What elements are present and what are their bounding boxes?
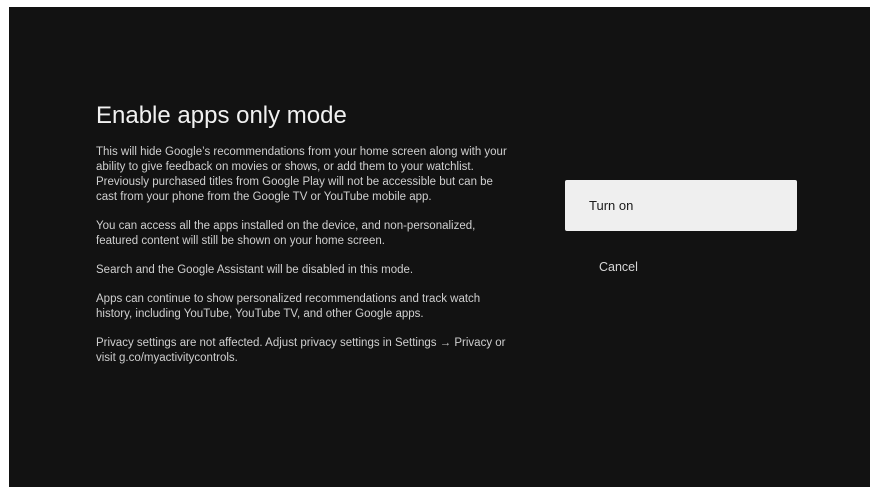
- turn-on-button-label: Turn on: [589, 198, 634, 213]
- cancel-button-label: Cancel: [599, 260, 638, 274]
- description-paragraph-privacy: Privacy settings are not affected. Adjus…: [96, 337, 506, 364]
- cancel-button[interactable]: Cancel: [565, 252, 797, 282]
- description-paragraph-search-assistant: Search and the Google Assistant will be …: [96, 264, 414, 276]
- dialog-description-panel: Enable apps only mode This will hide Goo…: [96, 101, 516, 380]
- tv-screen: Enable apps only mode This will hide Goo…: [9, 7, 870, 487]
- description-paragraph-app-tracking: Apps can continue to show personalized r…: [96, 293, 481, 320]
- description-paragraph-recommendations: This will hide Google’s recommendations …: [96, 146, 507, 203]
- turn-on-button[interactable]: Turn on: [565, 180, 797, 231]
- description-paragraph-apps-access: You can access all the apps installed on…: [96, 220, 476, 247]
- page-title: Enable apps only mode: [96, 102, 347, 129]
